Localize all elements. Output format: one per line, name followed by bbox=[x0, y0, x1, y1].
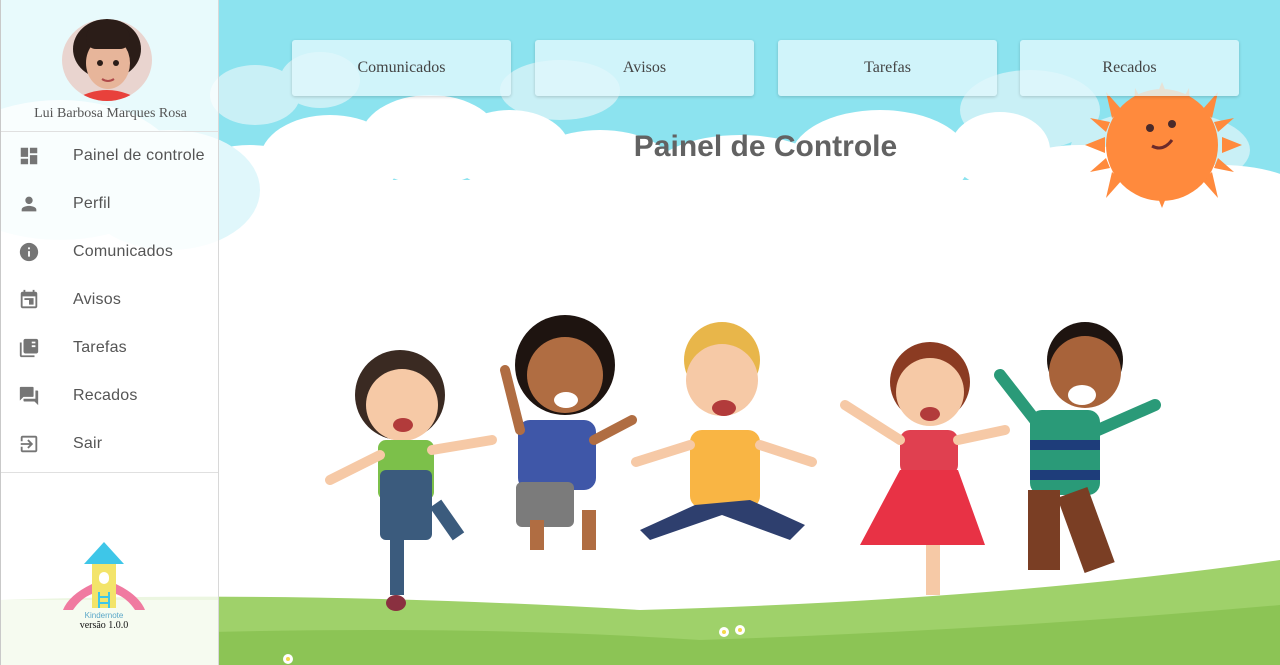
sidebar-item-label: Recados bbox=[73, 387, 138, 404]
page-title: Painel de Controle bbox=[633, 130, 898, 163]
calendar-icon bbox=[1, 289, 73, 311]
profile-section: Lui Barbosa Marques Rosa bbox=[1, 0, 218, 132]
sidebar-item-avisos[interactable]: Avisos bbox=[1, 276, 218, 324]
sidebar-item-painel-de-controle[interactable]: Painel de controle bbox=[1, 132, 218, 180]
sidebar-item-label: Comunicados bbox=[73, 243, 174, 260]
svg-text:Kindernote: Kindernote bbox=[85, 611, 124, 620]
sidebar-item-label: Tarefas bbox=[73, 339, 127, 356]
user-name: Lui Barbosa Marques Rosa bbox=[34, 106, 187, 121]
nav-button-avisos[interactable]: Avisos bbox=[535, 40, 754, 96]
kindernote-logo: Kindernote bbox=[59, 540, 149, 620]
exit-icon bbox=[1, 433, 73, 455]
sidebar-item-comunicados[interactable]: Comunicados bbox=[1, 228, 218, 276]
avatar[interactable] bbox=[62, 19, 152, 101]
forum-icon bbox=[1, 385, 73, 407]
sidebar-item-recados[interactable]: Recados bbox=[1, 372, 218, 420]
nav-button-tarefas[interactable]: Tarefas bbox=[778, 40, 997, 96]
sidebar-item-tarefas[interactable]: Tarefas bbox=[1, 324, 218, 372]
sidebar-item-sair[interactable]: Sair bbox=[1, 420, 218, 468]
sidebar-item-label: Painel de controle bbox=[73, 147, 205, 164]
sidebar-item-label: Avisos bbox=[73, 291, 122, 308]
sidebar: Lui Barbosa Marques Rosa Painel de contr… bbox=[0, 0, 219, 665]
sidebar-menu: Painel de controle Perfil Comunicados Av… bbox=[1, 132, 218, 473]
sidebar-item-label: Sair bbox=[73, 435, 103, 452]
person-icon bbox=[1, 193, 73, 215]
app-version: versão 1.0.0 bbox=[79, 620, 129, 631]
nav-button-comunicados[interactable]: Comunicados bbox=[292, 40, 511, 96]
library-books-icon bbox=[1, 337, 73, 359]
sidebar-item-label: Perfil bbox=[73, 195, 111, 212]
dashboard-icon bbox=[1, 145, 73, 167]
sidebar-item-perfil[interactable]: Perfil bbox=[1, 180, 218, 228]
info-icon bbox=[1, 241, 73, 263]
nav-button-recados[interactable]: Recados bbox=[1020, 40, 1239, 96]
